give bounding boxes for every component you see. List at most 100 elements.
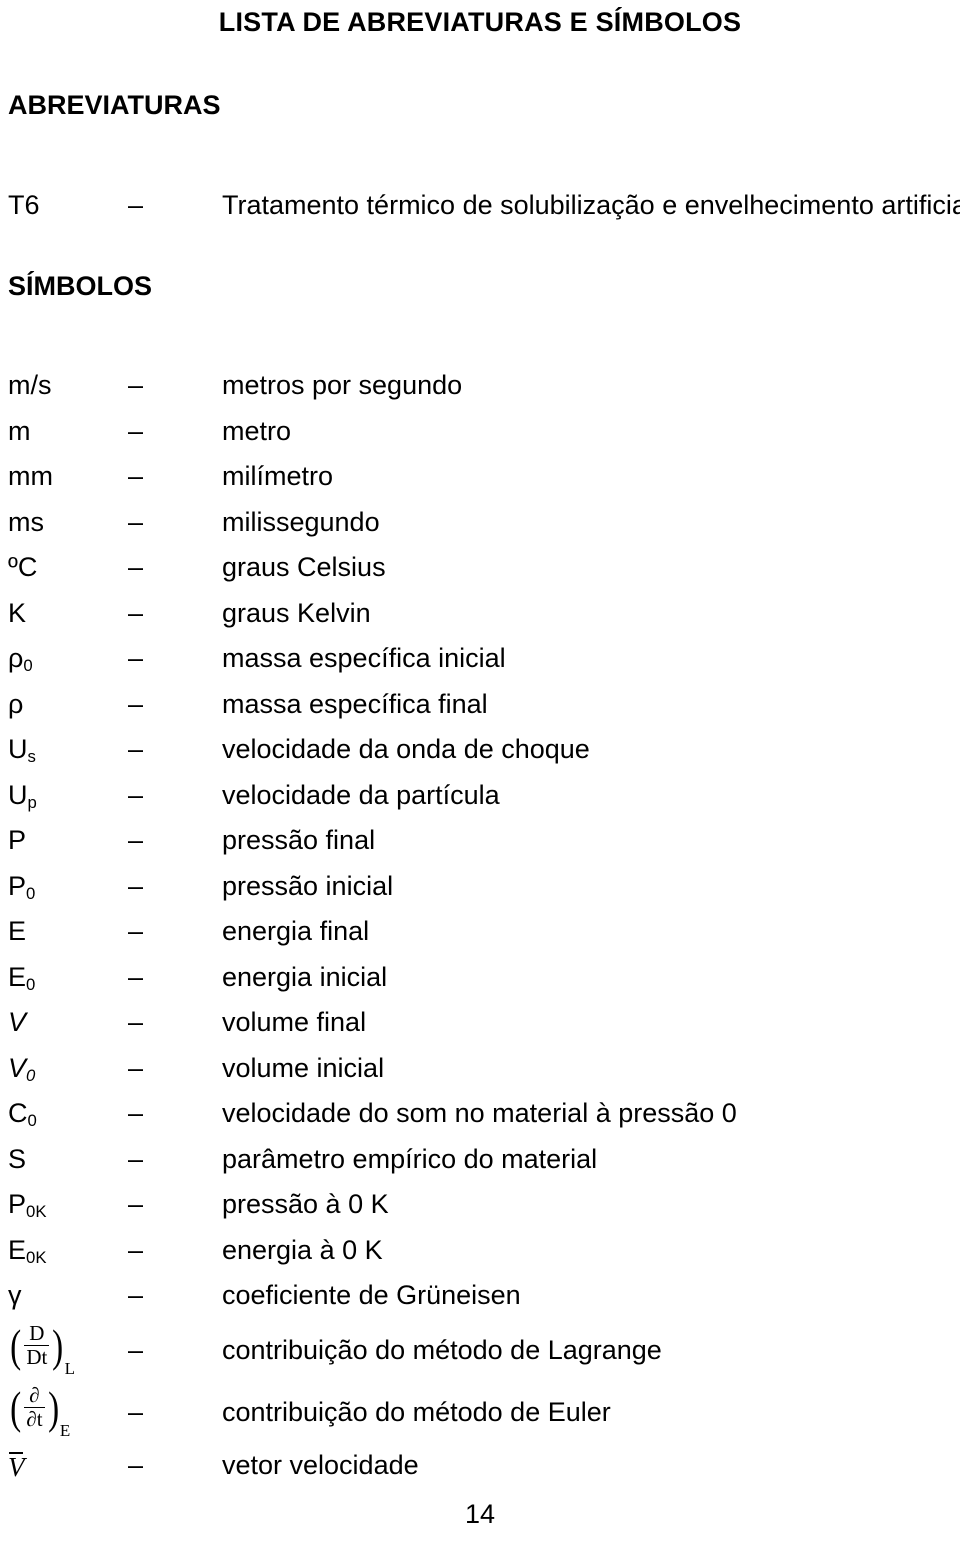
entry-symbol-subscript: 0 [26, 974, 36, 994]
right-paren-icon: ) [47, 1381, 59, 1433]
entry-symbol: γ [8, 1280, 22, 1310]
entry-symbol: T6 [8, 190, 40, 220]
entry-separator: – [128, 1396, 144, 1427]
entry-symbol-velocity-vector: V [8, 1443, 25, 1491]
entry-row: Us – velocidade da onda de choque [0, 727, 960, 773]
entry-symbol-lagrange-derivative: ( D Dt ) L [8, 1319, 76, 1381]
entry-separator: – [128, 461, 144, 491]
abbreviation-list: T6 – Tratamento térmico de solubilização… [0, 183, 960, 229]
entry-row: ( ∂ ∂t ) E – contribuição do método de E… [0, 1381, 960, 1443]
entry-symbol: S [8, 1143, 27, 1174]
entry-separator: – [128, 190, 144, 220]
entry-symbol: C0 [8, 1098, 37, 1131]
entry-row: ms – milissegundo [0, 500, 960, 546]
entry-symbol: m [8, 415, 31, 446]
entry-row: C0 – velocidade do som no material à pre… [0, 1091, 960, 1137]
entry-separator: – [128, 552, 144, 582]
entry-description: milissegundo [222, 506, 380, 537]
entry-separator: – [128, 870, 144, 901]
entry-row: m – metro [0, 409, 960, 455]
entry-row: ρ0 – massa específica inicial [0, 636, 960, 682]
left-paren-icon: ( [10, 1381, 22, 1433]
entry-separator: – [128, 1449, 144, 1480]
entry-row: ρ – massa específica final [0, 682, 960, 728]
entry-row: Up – velocidade da partícula [0, 773, 960, 819]
entry-row: V – volume final [0, 1000, 960, 1046]
document-page: LISTA DE ABREVIATURAS E SÍMBOLOS ABREVIA… [0, 0, 960, 1561]
left-paren-icon: ( [10, 1319, 22, 1371]
entry-row: K – graus Kelvin [0, 591, 960, 637]
entry-separator: – [128, 1143, 144, 1174]
fraction-numerator: ∂ [29, 1383, 40, 1407]
page-number: 14 [464, 1499, 496, 1529]
entry-symbol: V [8, 1007, 27, 1037]
entry-description: pressão à 0 K [222, 1189, 389, 1219]
entry-description: milímetro [222, 461, 334, 491]
fraction-denominator: ∂t [24, 1407, 45, 1432]
entry-description: pressão inicial [222, 870, 394, 901]
entry-description: vetor velocidade [222, 1449, 419, 1480]
entry-symbol: ms [8, 506, 44, 537]
entry-description: volume final [222, 1007, 367, 1037]
entry-separator: – [128, 961, 144, 992]
page-title: LISTA DE ABREVIATURAS E SÍMBOLOS [218, 7, 742, 37]
entry-description: metros por segundo [222, 370, 463, 400]
derivative-fraction: ( D Dt ) L [8, 1319, 76, 1377]
entry-symbol: K [8, 597, 27, 628]
entry-row: mm – milímetro [0, 454, 960, 500]
entry-symbol: mm [8, 461, 53, 491]
entry-symbol: m/s [8, 370, 52, 400]
entry-symbol-subscript: 0 [23, 656, 33, 676]
entry-separator: – [128, 597, 144, 628]
entry-separator: – [128, 1189, 144, 1219]
entry-symbol-subscript: 0 [26, 883, 36, 903]
entry-description: velocidade da partícula [222, 779, 500, 810]
entry-symbol-subscript: 0 [26, 1065, 36, 1085]
fraction-numerator: D [29, 1321, 45, 1345]
entry-row: V0 – volume inicial [0, 1046, 960, 1092]
entry-row: V – vetor velocidade [0, 1443, 960, 1489]
entry-description: volume inicial [222, 1052, 385, 1083]
entry-separator: – [128, 415, 144, 446]
entry-description: massa específica inicial [222, 643, 506, 673]
entry-separator: – [128, 1007, 144, 1037]
entry-separator: – [128, 1098, 144, 1128]
entry-description: graus Celsius [222, 552, 386, 582]
entry-symbol-subscript: 0K [26, 1202, 47, 1222]
entry-row: P0K – pressão à 0 K [0, 1182, 960, 1228]
entry-separator: – [128, 1280, 144, 1310]
entry-description: Tratamento térmico de solubilização e en… [222, 190, 960, 220]
entry-description: metro [222, 415, 292, 446]
entry-separator: – [128, 1234, 144, 1265]
section-heading-simbolos: SÍMBOLOS [8, 271, 153, 301]
entry-description: graus Kelvin [222, 597, 371, 628]
entry-symbol: Us [8, 734, 36, 767]
entry-row: S – parâmetro empírico do material [0, 1137, 960, 1183]
entry-symbol: V0 [8, 1052, 36, 1085]
derivative-fraction: ( ∂ ∂t ) E [8, 1381, 71, 1439]
entry-description: energia final [222, 916, 370, 946]
entry-symbol-subscript: p [27, 792, 37, 812]
entry-symbol-euler-derivative: ( ∂ ∂t ) E [8, 1381, 71, 1443]
entry-description: velocidade do som no material à pressão … [222, 1098, 737, 1128]
entry-separator: – [128, 1052, 144, 1083]
entry-symbol: P0K [8, 1189, 47, 1222]
entry-description: energia à 0 K [222, 1234, 383, 1265]
entry-row: m/s – metros por segundo [0, 363, 960, 409]
entry-description: coeficiente de Grüneisen [222, 1280, 521, 1310]
entry-row: E0 – energia inicial [0, 955, 960, 1001]
entry-separator: – [128, 370, 144, 400]
entry-symbol: E0 [8, 961, 36, 994]
entry-symbol-subscript: s [27, 747, 36, 767]
entry-separator: – [128, 643, 144, 673]
entry-description: pressão final [222, 825, 376, 855]
entry-symbol-subscript: 0 [27, 1111, 37, 1131]
entry-separator: – [128, 779, 144, 810]
overbar-symbol: V [8, 1443, 25, 1491]
entry-description: massa específica final [222, 688, 488, 719]
fraction: D Dt [23, 1321, 50, 1369]
entry-symbol: E [8, 916, 27, 946]
entry-row: T6 – Tratamento térmico de solubilização… [0, 183, 960, 229]
entry-separator: – [128, 734, 144, 764]
entry-separator: – [128, 506, 144, 537]
